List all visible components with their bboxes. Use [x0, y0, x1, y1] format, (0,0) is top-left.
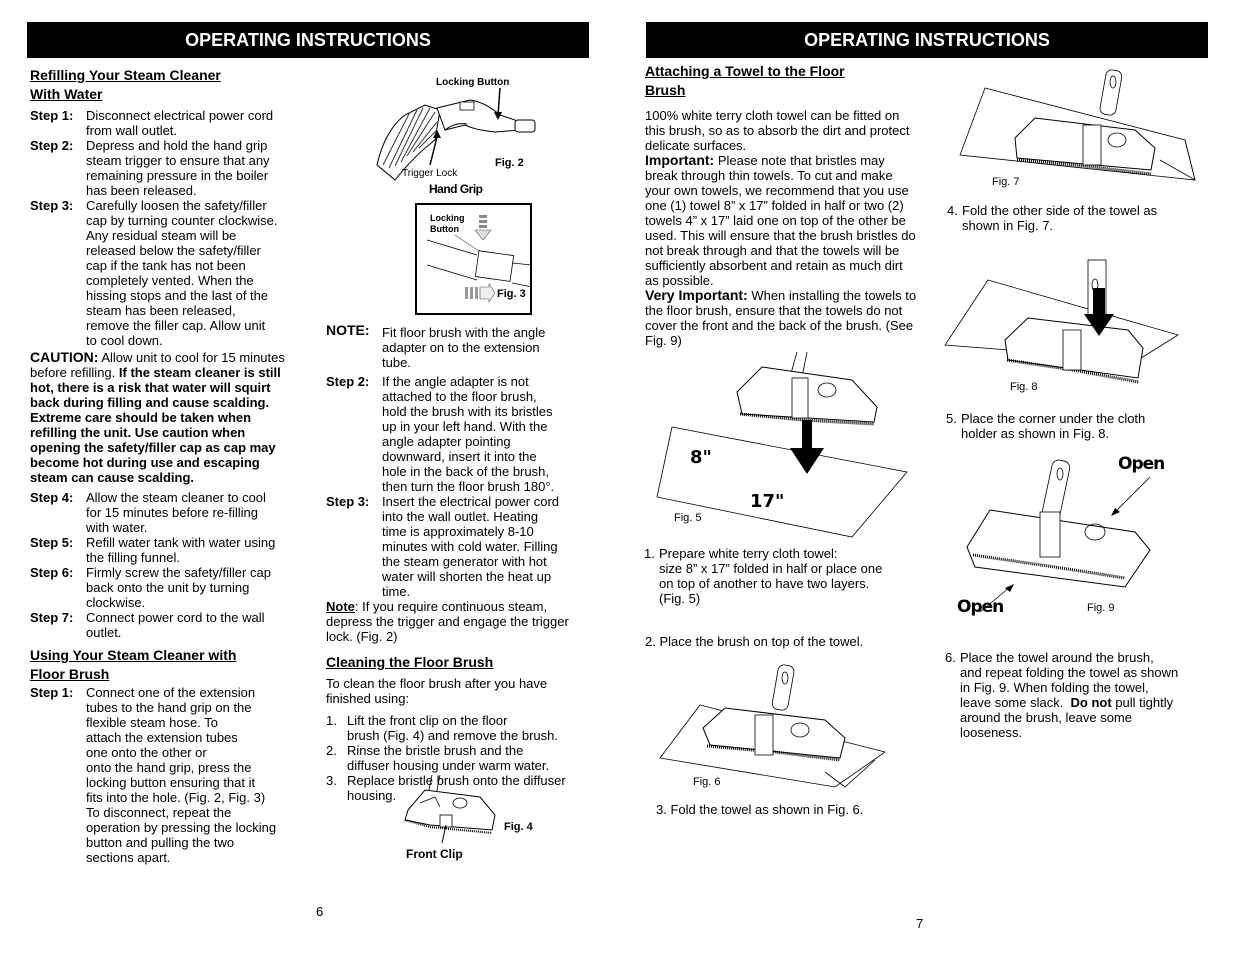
caution-paragraph: CAUTION: Allow unit to cool for 15 minut… [30, 349, 285, 486]
figure-8-corner-under-holder: Fig. 8 [943, 259, 1183, 395]
fig4-caption: Fig. 4 [504, 821, 533, 833]
towel-intro: 100% white terry cloth towel can be fitt… [645, 108, 910, 153]
fig2-caption: Fig. 2 [495, 157, 524, 169]
page-number-6: 6 [316, 904, 324, 919]
towel-step-5: 5. Place the corner under the cloth hold… [946, 411, 1146, 441]
page-7-header: OPERATING INSTRUCTIONS [646, 22, 1208, 58]
section-title-cleaning: Cleaning the Floor Brush [326, 654, 494, 670]
page-7-column-1: Attaching a Towel to the Floor Brush 100… [645, 62, 920, 348]
very-important-label: Very Important: [645, 287, 748, 303]
page-6-column-2: NOTE: Fit floor brush with the angle ada… [326, 322, 591, 804]
figure-3-locking-button: Locking Button Fig. 3 [415, 203, 533, 315]
corner-under-holder-illustration [944, 259, 1179, 384]
cleaning-intro: To clean the floor brush after you have … [326, 676, 548, 706]
caution-label: CAUTION: [30, 349, 99, 365]
towel-step-2: 2. Place the brush on top of the towel. [645, 634, 864, 649]
fig5-width-label: 8" [690, 447, 712, 468]
caution-warning-text: If the steam cleaner is still hot, there… [30, 365, 281, 485]
towel-step-1: 1. Prepare white terry cloth towel: size… [644, 546, 883, 606]
figure-9-open-ends: Open Open Fig. 9 [955, 452, 1175, 627]
important-label: Important: [645, 152, 715, 168]
note-continuous-steam: Note: If you require continuous steam, d… [326, 599, 569, 644]
fig2-title-hand-grip: Hand Grip [429, 182, 483, 196]
refill-step-4: Step 4: Allow the steam cleaner to cool … [30, 490, 266, 535]
refill-step-2: Step 2: Depress and hold the hand grip s… [30, 138, 270, 198]
refill-steps: Step 1: Disconnect electrical power cord… [30, 108, 300, 348]
fig9-caption: Fig. 9 [1087, 602, 1115, 614]
fig2-trigger-lock-label: Trigger Lock [402, 168, 458, 179]
floor-brush-steps: Step 1: Connect one of the extension tub… [30, 685, 300, 865]
cleaning-item-1: 1. Lift the front clip on the floor brus… [326, 713, 558, 743]
refill-step-5: Step 5: Refill water tank with water usi… [30, 535, 276, 565]
figure-7-fold-other-side: Fig. 7 [955, 69, 1196, 192]
refill-step-3: Step 3: Carefully loosen the safety/fill… [30, 198, 278, 348]
page-6-column-1: Refilling Your Steam Cleaner With Water … [30, 66, 300, 865]
fig3-caption: Fig. 3 [497, 288, 526, 300]
towel-step-4: 4. Fold the other side of the towel as s… [947, 203, 1158, 233]
floor-brush-step-2: Step 2: If the angle adapter is not atta… [326, 374, 555, 494]
figure-2-hand-grip: Locking Button Fig. 2 Trigger Lock Hand … [375, 70, 575, 196]
refill-steps-continued: Step 4: Allow the steam cleaner to cool … [30, 490, 300, 640]
floor-brush-step-3: Step 3: Insert the electrical power cord… [326, 494, 560, 599]
fig9-open-bottom-label: Open [957, 597, 1004, 617]
refill-step-1: Step 1: Disconnect electrical power cord… [30, 108, 274, 138]
refill-step-6: Step 6: Firmly screw the safety/filler c… [30, 565, 271, 610]
section-title-attaching-towel: Attaching a Towel to the Floor Brush [645, 63, 845, 98]
page-6-header: OPERATING INSTRUCTIONS [27, 22, 589, 58]
very-important-paragraph: Very Important: When installing the towe… [645, 287, 917, 349]
towel-step-6: 6. Place the towel around the brush, and… [945, 650, 1179, 740]
figure-5-towel-size: 8" 17" Fig. 5 [652, 351, 922, 542]
page-number-7: 7 [916, 916, 924, 931]
fig5-length-label: 17" [750, 491, 785, 512]
section-title-refilling: Refilling Your Steam Cleaner With Water [30, 67, 221, 102]
fig9-open-top-label: Open [1118, 454, 1165, 474]
refill-step-7: Step 7: Connect power cord to the wall o… [30, 610, 265, 640]
figure-6-fold-towel: Fig. 6 [655, 660, 905, 795]
fig8-caption: Fig. 8 [1010, 381, 1038, 393]
towel-step-3: 3. Fold the towel as shown in Fig. 6. [656, 802, 864, 817]
fig6-caption: Fig. 6 [693, 776, 721, 788]
cleaning-item-2: 2. Rinse the bristle brush and the diffu… [326, 743, 550, 773]
fold-other-side-illustration [959, 69, 1196, 181]
fig4-front-clip-label: Front Clip [406, 847, 463, 861]
important-paragraph: Important: Please note that bristles may… [645, 152, 916, 289]
floor-brush-step-1: Step 1: Connect one of the extension tub… [30, 685, 277, 865]
fig7-caption: Fig. 7 [992, 176, 1020, 188]
section-title-floor-brush: Using Your Steam Cleaner with Floor Brus… [30, 647, 237, 682]
do-not-emphasis: Do not [1070, 695, 1112, 710]
figure-4-front-clip: Fig. 4 Front Clip [400, 774, 550, 865]
fig5-caption: Fig. 5 [674, 512, 702, 524]
note-angle-adapter: NOTE: Fit floor brush with the angle ada… [326, 322, 546, 371]
